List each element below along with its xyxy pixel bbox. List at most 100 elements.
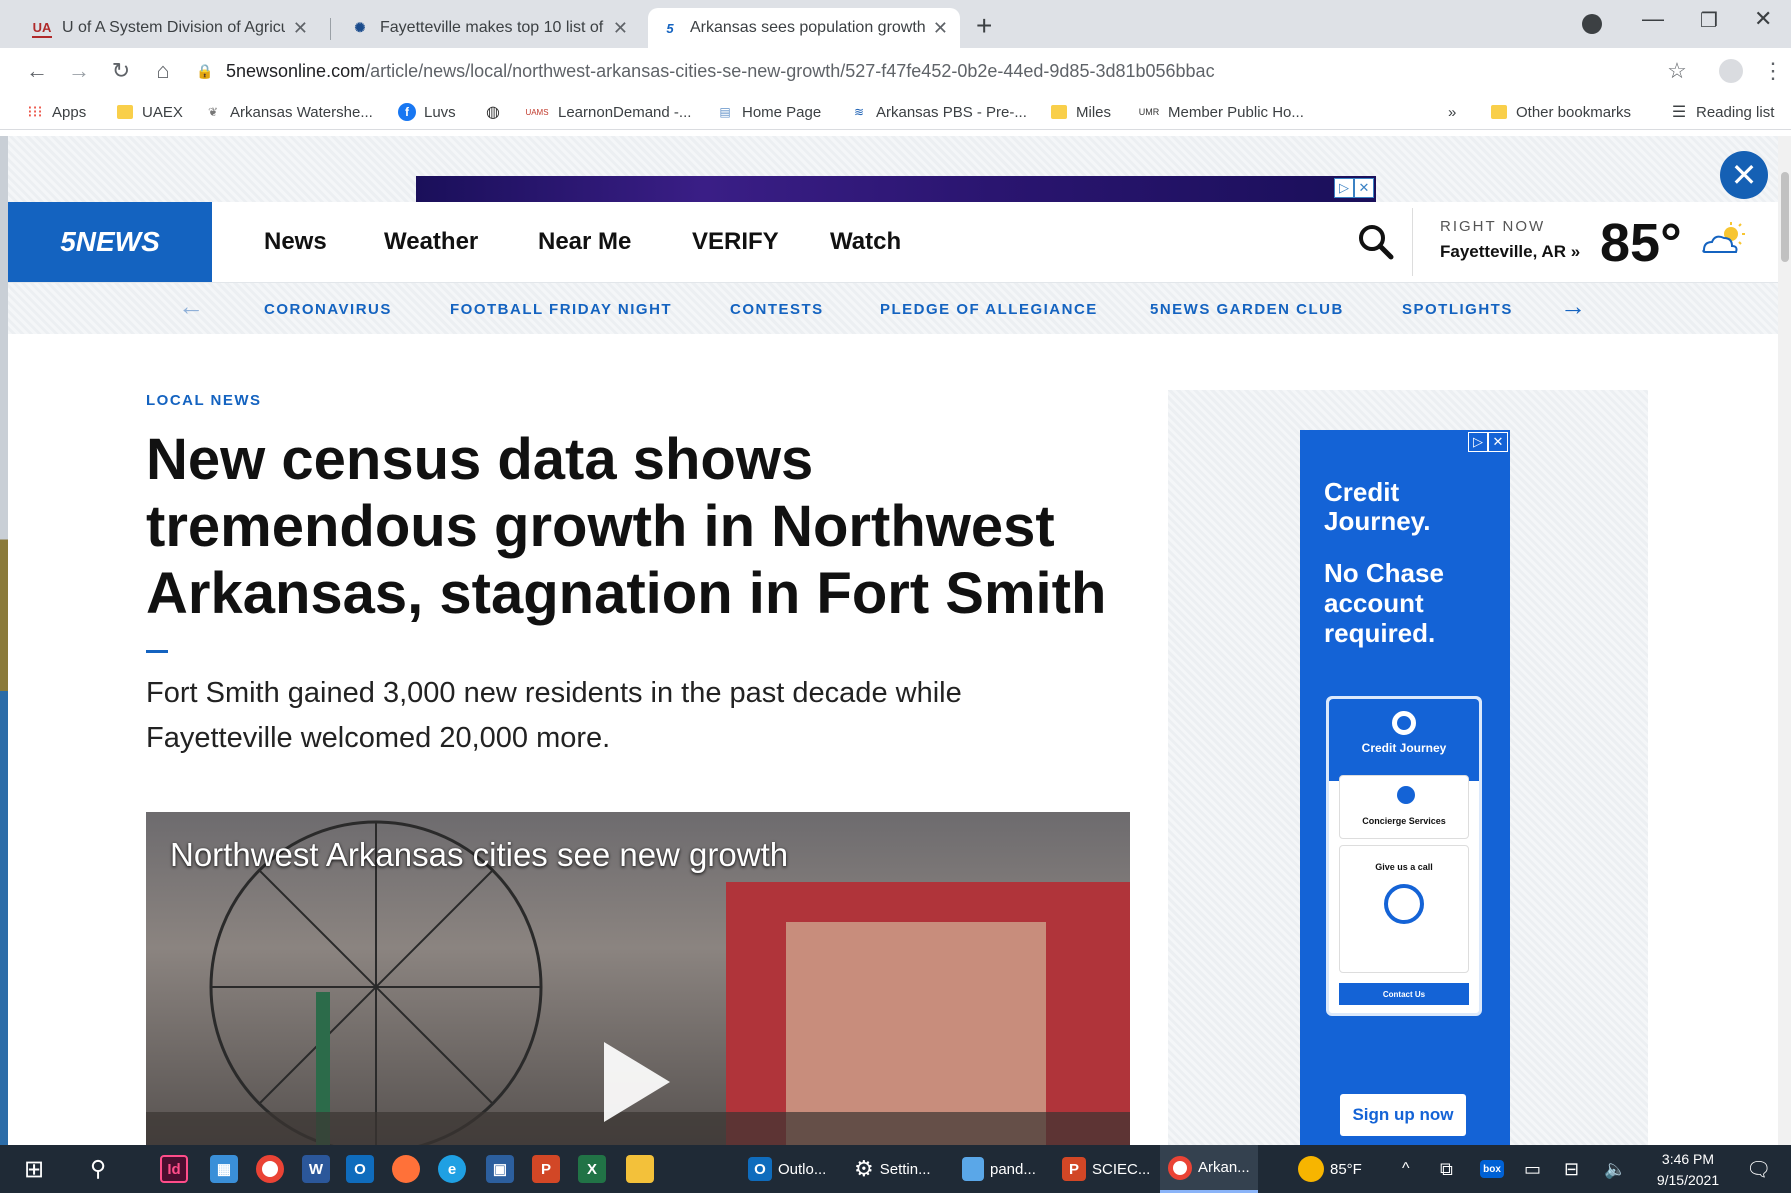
current-temperature[interactable]: 85° bbox=[1600, 212, 1682, 274]
address-bar[interactable]: 🔒 5newsonline.com /article/news/local/no… bbox=[196, 52, 1676, 90]
profile-menu-icon[interactable] bbox=[1582, 14, 1602, 34]
network-monitor-icon[interactable]: ⧉ bbox=[1440, 1145, 1453, 1193]
ad-subhead: No Chase account required. bbox=[1324, 558, 1444, 648]
bookmarks-overflow-button[interactable]: » bbox=[1448, 100, 1456, 124]
article-kicker[interactable]: LOCAL NEWS bbox=[146, 392, 262, 409]
reload-icon[interactable]: ↻ bbox=[106, 56, 136, 86]
indesign-icon[interactable]: Id bbox=[160, 1155, 188, 1183]
bookmark-arkansas-pbs[interactable]: ≋ Arkansas PBS - Pre-... bbox=[850, 100, 1027, 124]
search-icon[interactable]: ⚲ bbox=[90, 1145, 106, 1193]
file-explorer-icon[interactable] bbox=[626, 1155, 654, 1183]
powerpoint-icon[interactable]: P bbox=[532, 1155, 560, 1183]
remote-desktop-icon[interactable]: ▣ bbox=[486, 1155, 514, 1183]
subnav-coronavirus[interactable]: CORONAVIRUS bbox=[264, 301, 392, 318]
ad-close-icon[interactable]: ✕ bbox=[1354, 178, 1374, 198]
volume-icon[interactable]: 🔈 bbox=[1604, 1145, 1626, 1193]
ad-headline: Credit Journey. bbox=[1324, 477, 1431, 536]
taskbar-weather[interactable]: 85°F bbox=[1290, 1145, 1370, 1193]
other-bookmarks[interactable]: Other bookmarks bbox=[1490, 100, 1631, 124]
search-icon[interactable] bbox=[1356, 222, 1396, 262]
windows-start-icon[interactable]: ⊞ bbox=[24, 1145, 44, 1193]
close-tab-icon[interactable]: ✕ bbox=[933, 18, 948, 39]
taskbar-app-settings[interactable]: ⚙ Settin... bbox=[846, 1145, 939, 1193]
bookmark-uaex[interactable]: UAEX bbox=[116, 100, 183, 124]
nav-near-me[interactable]: Near Me bbox=[538, 228, 631, 256]
nav-weather[interactable]: Weather bbox=[384, 228, 478, 256]
network-icon[interactable]: ⊟ bbox=[1564, 1145, 1579, 1193]
subnav-next-arrow-icon[interactable]: → bbox=[1560, 291, 1586, 322]
nav-news[interactable]: News bbox=[264, 228, 327, 256]
settings-gear-icon: ⚙ bbox=[854, 1156, 874, 1181]
tab-uaex[interactable]: UA U of A System Division of Agricu ✕ bbox=[20, 8, 320, 48]
concierge-services-card: Concierge Services bbox=[1339, 775, 1469, 839]
subnav-football-friday-night[interactable]: FOOTBALL FRIDAY NIGHT bbox=[450, 301, 672, 318]
close-tab-icon[interactable]: ✕ bbox=[613, 18, 628, 39]
bookmark-learnondemand[interactable]: UAMS LearnonDemand -... bbox=[524, 100, 691, 124]
control-panel-icon[interactable]: ▦ bbox=[210, 1155, 238, 1183]
subnav-contests[interactable]: CONTESTS bbox=[730, 301, 824, 318]
box-icon[interactable]: box bbox=[1480, 1160, 1504, 1178]
learnondemand-favicon-icon: UAMS bbox=[525, 107, 549, 117]
menu-kebab-icon[interactable]: ⋮ bbox=[1758, 56, 1788, 86]
bookmark-miles[interactable]: Miles bbox=[1050, 100, 1111, 124]
firefox-icon[interactable] bbox=[392, 1155, 420, 1183]
subnav-5news-garden-club[interactable]: 5NEWS GARDEN CLUB bbox=[1150, 301, 1344, 318]
system-clock[interactable]: 3:46 PM 9/15/2021 bbox=[1650, 1149, 1726, 1191]
taskbar-app-pandoc[interactable]: pand... bbox=[954, 1145, 1044, 1193]
sign-up-now-button[interactable]: Sign up now bbox=[1340, 1094, 1466, 1136]
outlook-icon: O bbox=[748, 1157, 772, 1181]
bookmark-home-page[interactable]: ▤ Home Page bbox=[716, 100, 821, 124]
edge-icon[interactable]: e bbox=[438, 1155, 466, 1183]
bookmark-luvs[interactable]: f Luvs bbox=[398, 100, 456, 124]
nav-verify[interactable]: VERIFY bbox=[692, 228, 779, 256]
video-player[interactable]: Northwest Arkansas cities see new growth bbox=[146, 812, 1130, 1145]
reading-list[interactable]: ☰ Reading list bbox=[1670, 100, 1775, 124]
bookmark-member-public[interactable]: UMR Member Public Ho... bbox=[1138, 100, 1304, 124]
chrome-icon[interactable] bbox=[256, 1155, 284, 1183]
taskbar-app-chrome[interactable]: Arkan... bbox=[1160, 1145, 1258, 1193]
bookmark-globe[interactable]: ◍ bbox=[484, 100, 510, 124]
url-path: /article/news/local/northwest-arkansas-c… bbox=[365, 60, 1215, 81]
bookmark-star-icon[interactable]: ☆ bbox=[1662, 56, 1692, 86]
notifications-icon[interactable]: 🗨 bbox=[1746, 1145, 1771, 1193]
adchoices-icon[interactable]: ▷ bbox=[1468, 432, 1488, 452]
back-icon[interactable]: ← bbox=[22, 56, 52, 86]
taskbar-app-powerpoint[interactable]: P SCIEC... bbox=[1054, 1145, 1158, 1193]
outlook-icon[interactable]: O bbox=[346, 1155, 374, 1183]
taskbar-app-label: pand... bbox=[990, 1160, 1036, 1178]
home-icon[interactable]: ⌂ bbox=[148, 56, 178, 86]
bookmark-arkansas-watershed[interactable]: ❦ Arkansas Watershe... bbox=[204, 100, 373, 124]
tab-fayetteville[interactable]: ✺ Fayetteville makes top 10 list of l ✕ bbox=[338, 8, 640, 48]
tab-title: U of A System Division of Agricu bbox=[62, 19, 285, 36]
subnav-pledge-of-allegiance[interactable]: PLEDGE OF ALLEGIANCE bbox=[880, 301, 1098, 318]
weather-city-link[interactable]: Fayetteville, AR » bbox=[1440, 242, 1580, 262]
ad-close-icon[interactable]: ✕ bbox=[1488, 432, 1508, 452]
chase-sidebar-ad[interactable]: ▷ ✕ Credit Journey. No Chase account req… bbox=[1300, 430, 1510, 1145]
subnav-spotlights[interactable]: SPOTLIGHTS bbox=[1402, 301, 1513, 318]
card-header: Credit Journey bbox=[1329, 699, 1479, 781]
play-icon[interactable] bbox=[604, 1042, 670, 1122]
close-tab-icon[interactable]: ✕ bbox=[293, 18, 308, 39]
word-icon[interactable]: W bbox=[302, 1155, 330, 1183]
bookmark-apps[interactable]: ⁝⁝⁝ Apps bbox=[26, 100, 86, 124]
profile-avatar-icon[interactable] bbox=[1716, 56, 1746, 86]
tab-arkansas-population[interactable]: 5 Arkansas sees population growth ✕ bbox=[648, 8, 960, 48]
excel-icon[interactable]: X bbox=[578, 1155, 606, 1183]
powerpoint-icon: P bbox=[1062, 1157, 1086, 1181]
subnav-prev-arrow-icon[interactable]: ← bbox=[178, 291, 204, 322]
5news-logo[interactable]: 5NEWS bbox=[8, 202, 212, 282]
top-banner-ad[interactable]: ▷ ✕ bbox=[416, 176, 1376, 202]
window-close-icon[interactable]: ✕ bbox=[1754, 6, 1772, 32]
close-ad-button[interactable]: ✕ bbox=[1720, 151, 1768, 199]
show-hidden-icons-chevron-icon[interactable]: ^ bbox=[1402, 1145, 1410, 1193]
taskbar-app-outlook[interactable]: O Outlo... bbox=[740, 1145, 834, 1193]
new-tab-button[interactable]: + bbox=[976, 10, 992, 42]
page-scrollbar[interactable] bbox=[1778, 136, 1791, 1145]
adchoices-icon[interactable]: ▷ bbox=[1334, 178, 1354, 198]
restore-icon[interactable]: ❐ bbox=[1700, 8, 1718, 33]
battery-icon[interactable]: ▭ bbox=[1524, 1145, 1541, 1193]
nav-watch[interactable]: Watch bbox=[830, 228, 901, 256]
forward-icon[interactable]: → bbox=[64, 56, 94, 86]
scrollbar-thumb[interactable] bbox=[1781, 172, 1789, 262]
minimize-icon[interactable]: — bbox=[1642, 6, 1664, 32]
